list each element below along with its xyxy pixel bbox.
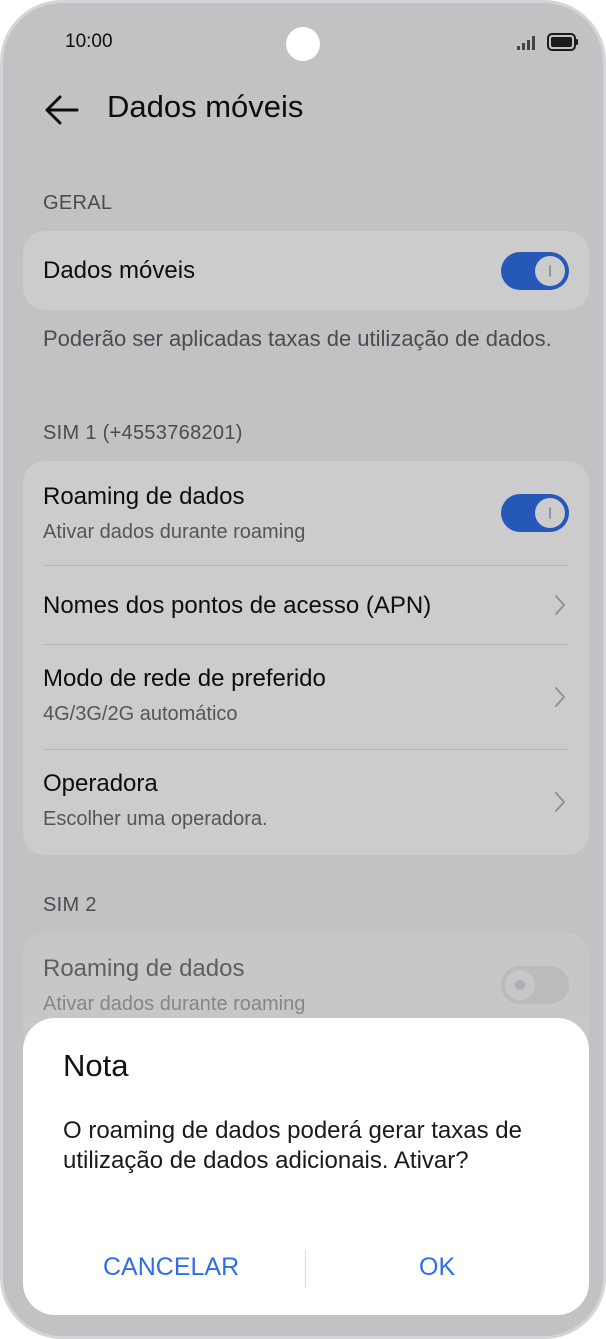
phone-screen: 10:00 Dados móveis GERAL Dados móveis Po… <box>0 0 606 1339</box>
arrow-back-icon <box>45 95 79 125</box>
front-camera <box>286 27 320 61</box>
battery-icon <box>547 33 578 51</box>
toggle-knob <box>505 970 535 1000</box>
toggle-knob <box>535 498 565 528</box>
page-title: Dados móveis <box>107 89 304 124</box>
sim1-roaming-toggle[interactable] <box>501 494 569 532</box>
sim1-roaming-row[interactable]: Roaming de dados Ativar dados durante ro… <box>23 461 589 566</box>
app-bar: Dados móveis <box>3 81 603 137</box>
network-mode-subtitle: 4G/3G/2G automático <box>43 703 238 725</box>
section-label-general: GERAL <box>43 192 113 214</box>
section-label-sim2: SIM 2 <box>43 894 97 916</box>
status-time: 10:00 <box>65 31 113 52</box>
mobile-data-row[interactable]: Dados móveis <box>23 231 589 310</box>
operator-subtitle: Escolher uma operadora. <box>43 808 268 830</box>
network-mode-title: Modo de rede de preferido <box>43 665 326 692</box>
general-card: Dados móveis <box>23 231 589 310</box>
signal-icon <box>517 36 535 50</box>
operator-row[interactable]: Operadora Escolher uma operadora. <box>23 750 589 855</box>
sim2-roaming-toggle[interactable] <box>501 966 569 1004</box>
network-mode-row[interactable]: Modo de rede de preferido 4G/3G/2G autom… <box>23 645 589 749</box>
sim1-roaming-title: Roaming de dados <box>43 483 245 510</box>
sim1-card: Roaming de dados Ativar dados durante ro… <box>23 461 589 855</box>
dialog-title: Nota <box>63 1048 129 1083</box>
apn-title: Nomes dos pontos de acesso (APN) <box>43 592 432 619</box>
toggle-knob <box>535 256 565 286</box>
ok-button[interactable]: OK <box>419 1253 455 1282</box>
chevron-right-icon <box>555 792 565 812</box>
sim2-roaming-subtitle: Ativar dados durante roaming <box>43 993 306 1015</box>
general-note: Poderão ser aplicadas taxas de utilizaçã… <box>43 326 552 351</box>
sim2-roaming-title: Roaming de dados <box>43 955 245 982</box>
back-button[interactable] <box>41 89 83 131</box>
operator-title: Operadora <box>43 770 158 797</box>
chevron-right-icon <box>555 595 565 615</box>
button-separator <box>305 1250 306 1288</box>
roaming-dialog: Nota O roaming de dados poderá gerar tax… <box>23 1018 589 1315</box>
mobile-data-title: Dados móveis <box>43 257 196 284</box>
status-icons <box>517 33 579 51</box>
apn-row[interactable]: Nomes dos pontos de acesso (APN) <box>23 566 589 644</box>
cancel-button[interactable]: CANCELAR <box>103 1253 239 1282</box>
mobile-data-toggle[interactable] <box>501 252 569 290</box>
sim1-roaming-subtitle: Ativar dados durante roaming <box>43 521 306 543</box>
section-label-sim1: SIM 1 (+4553768201) <box>43 422 243 444</box>
chevron-right-icon <box>555 687 565 707</box>
dialog-message: O roaming de dados poderá gerar taxas de… <box>63 1117 522 1174</box>
